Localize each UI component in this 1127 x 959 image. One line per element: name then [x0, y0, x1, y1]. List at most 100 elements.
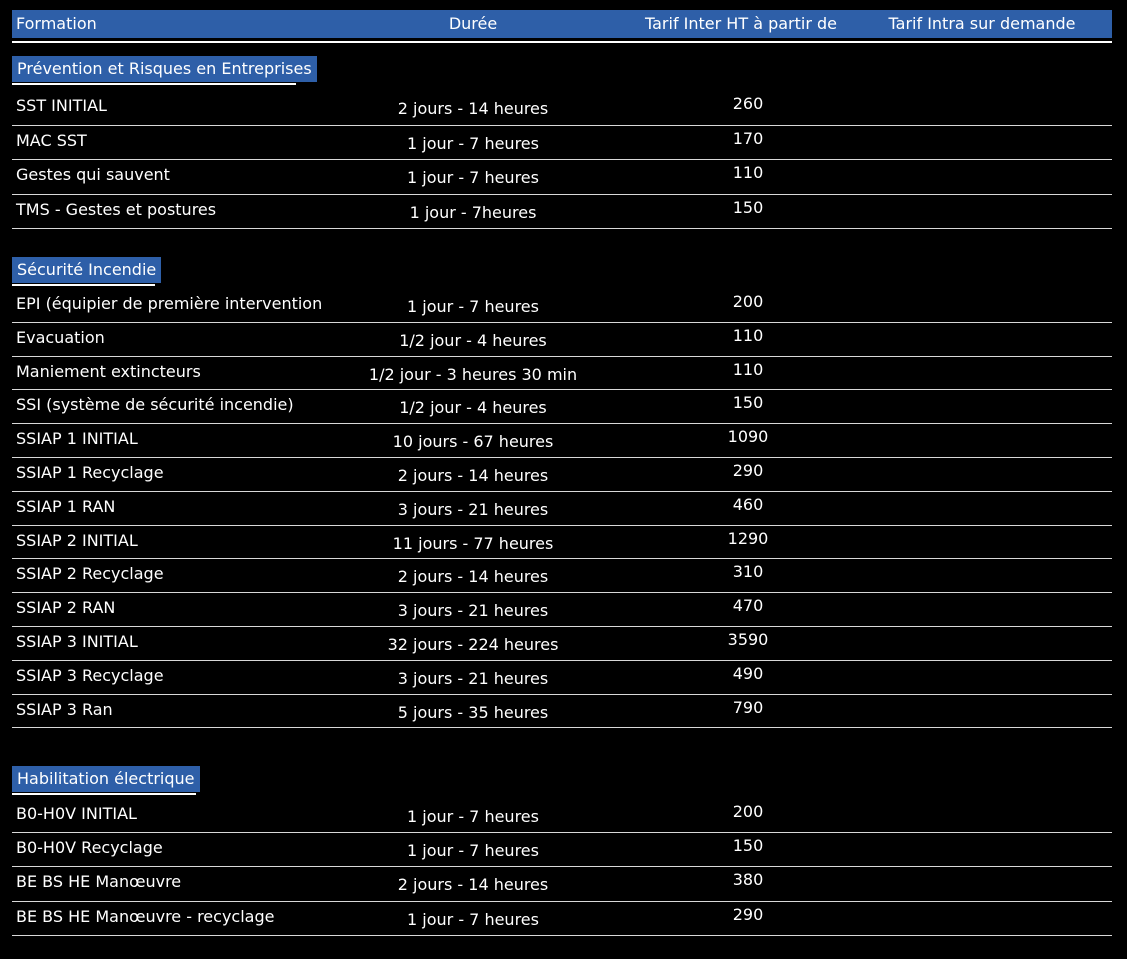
row-duree: 1 jour - 7 heures: [407, 133, 539, 153]
row-duree: 5 jours - 35 heures: [397, 702, 549, 722]
row-formation: MAC SST: [16, 130, 87, 150]
row-tarif-inter: 200: [732, 802, 764, 821]
row-duree: 1 jour - 7heures: [409, 202, 537, 222]
row-duree: 3 jours - 21 heures: [397, 668, 549, 688]
header-tarif-inter: Tarif Inter HT à partir de: [644, 14, 838, 33]
row-divider: [12, 934, 1112, 936]
row-tarif-inter: 3590: [727, 630, 769, 649]
row-duree: 2 jours - 14 heures: [397, 875, 549, 895]
row-divider: [12, 900, 1112, 902]
table-row: SSIAP 3 Recyclage 3 jours - 21 heures 490: [12, 663, 1112, 700]
row-formation: SSIAP 1 RAN: [16, 496, 116, 516]
table-row: SSIAP 2 INITIAL 11 jours - 77 heures 1290: [12, 529, 1112, 565]
table-row: MAC SST 1 jour - 7 heures 170: [12, 128, 1112, 166]
header-divider: [12, 41, 1112, 43]
row-formation: Gestes qui sauvent: [16, 165, 170, 184]
table-row: Gestes qui sauvent 1 jour - 7 heures 110: [12, 163, 1112, 200]
row-tarif-inter: 790: [732, 697, 764, 717]
row-divider: [12, 693, 1112, 695]
row-tarif-inter: 290: [732, 461, 764, 480]
row-formation: SSIAP 2 RAN: [16, 598, 116, 618]
row-duree: 1/2 jour - 3 heures 30 min: [368, 364, 578, 384]
table-row: EPI (équipier de première intervention 1 …: [12, 292, 1112, 328]
table-row: SSIAP 2 Recyclage 2 jours - 14 heures 310: [12, 562, 1112, 598]
table-row: B0-H0V INITIAL 1 jour - 7 heures 200: [12, 802, 1112, 838]
row-tarif-inter: 490: [732, 663, 764, 683]
row-formation: B0-H0V INITIAL: [16, 804, 137, 823]
table-row: SSI (système de sécurité incendie) 1/2 jo…: [12, 393, 1112, 429]
row-divider: [12, 228, 1112, 229]
row-duree: 1/2 jour - 4 heures: [399, 330, 547, 350]
row-formation: B0-H0V Recyclage: [16, 838, 163, 858]
row-formation: SSIAP 3 Recyclage: [16, 665, 164, 685]
row-formation: SSI (système de sécurité incendie): [16, 395, 294, 415]
table-row: SSIAP 1 INITIAL 10 jours - 67 heures 1090: [12, 427, 1112, 463]
table-row: BE BS HE Manœuvre 2 jours - 14 heures 380: [12, 870, 1112, 906]
row-divider: [12, 355, 1112, 357]
row-divider: [12, 866, 1112, 868]
row-divider: [12, 321, 1112, 323]
table-row: SSIAP 1 Recyclage 2 jours - 14 heures 290: [12, 461, 1112, 497]
row-divider: [12, 389, 1112, 391]
row-divider: [12, 524, 1112, 526]
row-divider: [12, 659, 1112, 661]
section-title-underline: [12, 83, 296, 85]
table-row: SSIAP 3 Ran 5 jours - 35 heures 790: [12, 697, 1112, 734]
row-tarif-inter: 150: [732, 836, 764, 856]
row-formation: SSIAP 1 Recyclage: [16, 463, 164, 482]
row-tarif-inter: 150: [732, 197, 764, 217]
row-duree: 1 jour - 7 heures: [407, 297, 539, 316]
header-duree: Durée: [448, 14, 498, 33]
row-duree: 32 jours - 224 heures: [387, 635, 559, 654]
row-formation: SSIAP 2 Recyclage: [16, 564, 164, 584]
table-row: SSIAP 3 INITIAL 32 jours - 224 heures 3590: [12, 630, 1112, 666]
row-divider: [12, 159, 1112, 160]
row-duree: 2 jours - 14 heures: [397, 466, 549, 485]
price-table-page: Formation Durée Tarif Inter HT à partir …: [0, 0, 1127, 959]
row-duree: 2 jours - 14 heures: [397, 567, 549, 587]
row-tarif-inter: 110: [732, 163, 764, 182]
section-title: Sécurité Incendie: [12, 257, 162, 283]
section-title: Prévention et Risques en Entreprises: [12, 56, 317, 82]
row-tarif-inter: 260: [732, 94, 764, 113]
table-row: B0-H0V Recyclage 1 jour - 7 heures 150: [12, 836, 1112, 872]
row-formation: TMS - Gestes et postures: [16, 199, 217, 219]
row-tarif-inter: 380: [732, 870, 764, 890]
row-tarif-inter: 470: [732, 596, 764, 616]
table-row: Evacuation 1/2 jour - 4 heures 110: [12, 326, 1112, 362]
row-duree: 1/2 jour - 4 heures: [399, 398, 547, 418]
row-duree: 1 jour - 7 heures: [407, 168, 539, 187]
row-divider: [12, 592, 1112, 594]
row-divider: [12, 727, 1112, 729]
row-duree: 3 jours - 21 heures: [397, 499, 549, 519]
table-row: Maniement extincteurs 1/2 jour - 3 heures…: [12, 360, 1112, 396]
row-formation: SST INITIAL: [16, 96, 107, 115]
row-duree: 1 jour - 7 heures: [407, 807, 539, 826]
row-divider: [12, 423, 1112, 425]
row-tarif-inter: 150: [732, 393, 764, 413]
header-tarif-intra: Tarif Intra sur demande: [888, 14, 1076, 33]
row-formation: SSIAP 2 INITIAL: [16, 530, 138, 550]
row-duree: 10 jours - 67 heures: [392, 432, 554, 452]
row-tarif-inter: 200: [732, 292, 764, 311]
row-formation: Evacuation: [16, 327, 105, 347]
row-divider: [12, 625, 1112, 627]
row-formation: SSIAP 1 INITIAL: [16, 429, 138, 449]
row-duree: 1 jour - 7 heures: [407, 841, 539, 861]
row-formation: EPI (équipier de première intervention: [16, 294, 323, 313]
table-row: BE BS HE Manœuvre - recyclage 1 jour - 7 …: [12, 905, 1112, 941]
row-formation: Maniement extincteurs: [16, 361, 201, 381]
section-title-underline: [12, 284, 155, 286]
row-formation: SSIAP 3 INITIAL: [16, 632, 138, 651]
row-formation: BE BS HE Manœuvre: [16, 872, 182, 892]
row-divider: [12, 456, 1112, 458]
header-formation: Formation: [16, 14, 97, 33]
row-tarif-inter: 170: [732, 128, 764, 148]
row-tarif-inter: 310: [732, 562, 764, 582]
row-duree: 2 jours - 14 heures: [397, 99, 549, 118]
row-formation: SSIAP 3 Ran: [16, 699, 113, 719]
row-tarif-inter: 460: [732, 494, 764, 514]
row-formation: BE BS HE Manœuvre - recyclage: [16, 906, 275, 926]
row-divider: [12, 832, 1112, 834]
row-tarif-inter: 1090: [727, 427, 769, 447]
